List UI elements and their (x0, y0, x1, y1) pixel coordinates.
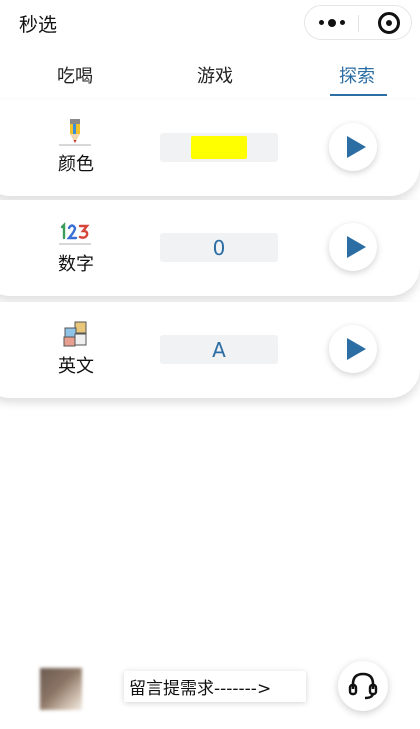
avatar[interactable] (40, 668, 82, 710)
customer-service-button[interactable] (338, 661, 388, 711)
tab-explore[interactable]: 探索 (317, 62, 397, 88)
app-title: 秒选 (19, 14, 58, 36)
card-label: 英文 (58, 356, 94, 377)
abc-blocks-icon (63, 321, 87, 347)
color-card: 颜色 (0, 100, 420, 196)
color-swatch (191, 136, 247, 159)
active-tab-indicator (330, 94, 387, 96)
category-tabs: 吃喝 游戏 探索 (0, 58, 420, 98)
tab-games[interactable]: 游戏 (175, 62, 255, 88)
result-box (160, 133, 278, 162)
number-card: 数字 0 (0, 200, 420, 296)
numbers-123-icon (59, 222, 91, 245)
headset-icon (348, 672, 378, 700)
card-label: 数字 (58, 254, 94, 275)
tab-eat-drink[interactable]: 吃喝 (35, 62, 115, 88)
pencil-icon (59, 119, 91, 146)
mini-program-capsule (304, 5, 412, 40)
card-label: 颜色 (58, 154, 94, 175)
play-button[interactable] (329, 123, 377, 171)
result-box: 0 (160, 233, 278, 262)
more-dots-icon[interactable] (305, 6, 358, 39)
title-bar: 秒选 (0, 0, 420, 48)
english-card: 英文 A (0, 302, 420, 398)
capsule-divider (358, 15, 359, 32)
target-circle-icon[interactable] (378, 12, 400, 34)
feedback-button[interactable]: 留言提需求-------> (124, 671, 306, 702)
play-button[interactable] (329, 223, 377, 271)
play-button[interactable] (329, 325, 377, 373)
result-box: A (160, 335, 278, 364)
